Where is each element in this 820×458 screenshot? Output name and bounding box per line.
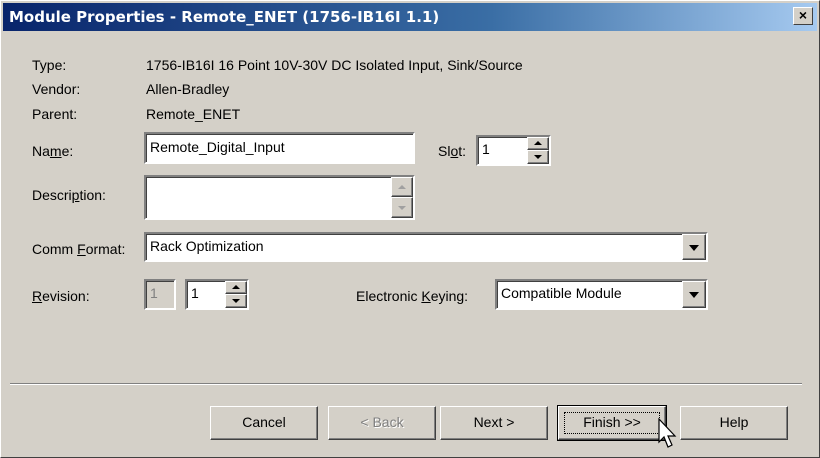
description-label: Description: — [32, 187, 106, 203]
window-title: Module Properties - Remote_ENET (1756-IB… — [9, 8, 440, 26]
type-label: Type: — [32, 57, 67, 73]
slot-spin-up[interactable] — [527, 137, 549, 150]
electronic-keying-dropdown-button[interactable] — [682, 281, 706, 308]
next-button[interactable]: Next > — [440, 406, 548, 440]
chevron-down-icon — [689, 245, 699, 251]
close-button[interactable]: × — [793, 7, 813, 25]
comm-format-dropdown-button[interactable] — [682, 234, 706, 260]
close-icon: × — [798, 7, 808, 23]
finish-button[interactable]: Finish >> — [557, 405, 667, 441]
electronic-keying-select[interactable]: Compatible Module — [495, 279, 708, 310]
chevron-down-icon — [689, 292, 699, 298]
revision-spin-down[interactable] — [225, 294, 247, 308]
comm-format-label: Comm Format: — [32, 241, 126, 257]
description-field[interactable] — [144, 175, 415, 220]
slot-spin-down[interactable] — [527, 150, 549, 164]
back-button[interactable]: < Back — [328, 406, 436, 440]
separator — [10, 383, 802, 385]
cancel-button[interactable]: Cancel — [210, 406, 318, 440]
name-label: Name: — [32, 143, 74, 159]
type-value: 1756-IB16I 16 Point 10V-30V DC Isolated … — [146, 57, 523, 73]
electronic-keying-value: Compatible Module — [501, 285, 622, 301]
revision-major-value: 1 — [150, 285, 158, 301]
comm-format-select[interactable]: Rack Optimization — [144, 232, 708, 262]
slot-label: Slot: — [438, 143, 467, 159]
spin-up-icon — [232, 285, 240, 289]
cursor-arrow-icon — [658, 418, 677, 448]
slot-field-value: 1 — [482, 141, 490, 157]
spin-down-icon — [232, 299, 240, 303]
spin-down-icon — [534, 155, 542, 159]
description-scroll-down[interactable] — [391, 197, 413, 218]
comm-format-value: Rack Optimization — [150, 238, 264, 254]
description-scroll-up[interactable] — [391, 177, 413, 197]
focus-rect — [564, 412, 660, 434]
name-field[interactable]: Remote_Digital_Input — [144, 132, 415, 164]
help-button[interactable]: Help — [680, 406, 788, 440]
scroll-up-icon — [398, 185, 406, 189]
title-bar[interactable]: Module Properties - Remote_ENET (1756-IB… — [3, 3, 817, 31]
revision-label: Revision: — [32, 288, 90, 304]
revision-major-field: 1 — [144, 279, 176, 310]
parent-value: Remote_ENET — [146, 106, 241, 122]
parent-label: Parent: — [32, 106, 78, 122]
name-field-value: Remote_Digital_Input — [150, 139, 285, 155]
spin-up-icon — [534, 141, 542, 145]
revision-minor-value: 1 — [191, 285, 199, 301]
vendor-value: Allen-Bradley — [146, 81, 230, 97]
scroll-down-icon — [398, 206, 406, 210]
electronic-keying-label: Electronic Keying: — [356, 288, 469, 304]
vendor-label: Vendor: — [32, 81, 81, 97]
revision-spin-up[interactable] — [225, 281, 247, 294]
